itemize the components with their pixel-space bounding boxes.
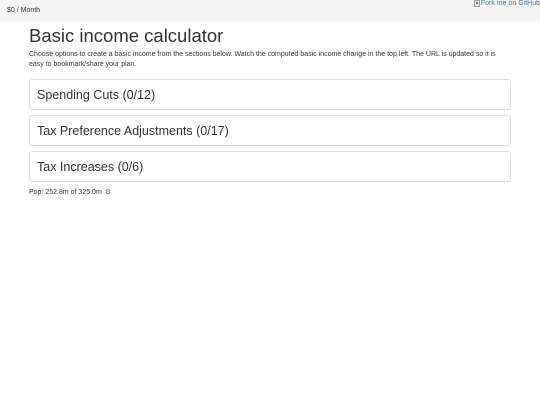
fork-link-alt-text: Fork me on GitHub xyxy=(480,0,540,7)
intro-text: Choose options to create a basic income … xyxy=(29,51,496,68)
section-panel-spending-cuts[interactable]: Spending Cuts (0/12) xyxy=(29,79,511,110)
page-title: Basic income calculator xyxy=(29,25,224,46)
section-title-spending-cuts: Spending Cuts (0/12) xyxy=(37,87,156,102)
broken-image-icon xyxy=(473,0,480,7)
population-row: Pop: 252.8m of 325.0m ⚙ xyxy=(29,188,511,197)
fork-me-on-github-link[interactable]: Fork me on GitHub xyxy=(473,0,540,7)
population-text: Pop: 252.8m of 325.0m xyxy=(29,188,102,196)
section-title-tax-increases: Tax Increases (0/6) xyxy=(37,159,144,174)
monthly-income-display: $0 / Month xyxy=(7,7,41,14)
main-container: Basic income calculator Choose options t… xyxy=(29,25,511,196)
gear-icon[interactable]: ⚙ xyxy=(105,188,111,196)
section-title-tax-preference-adjustments: Tax Preference Adjustments (0/17) xyxy=(37,123,229,138)
top-bar: $0 / Month Fork me on GitHub xyxy=(0,0,540,22)
section-panel-tax-preference-adjustments[interactable]: Tax Preference Adjustments (0/17) xyxy=(29,115,511,146)
section-panel-tax-increases[interactable]: Tax Increases (0/6) xyxy=(29,151,511,182)
